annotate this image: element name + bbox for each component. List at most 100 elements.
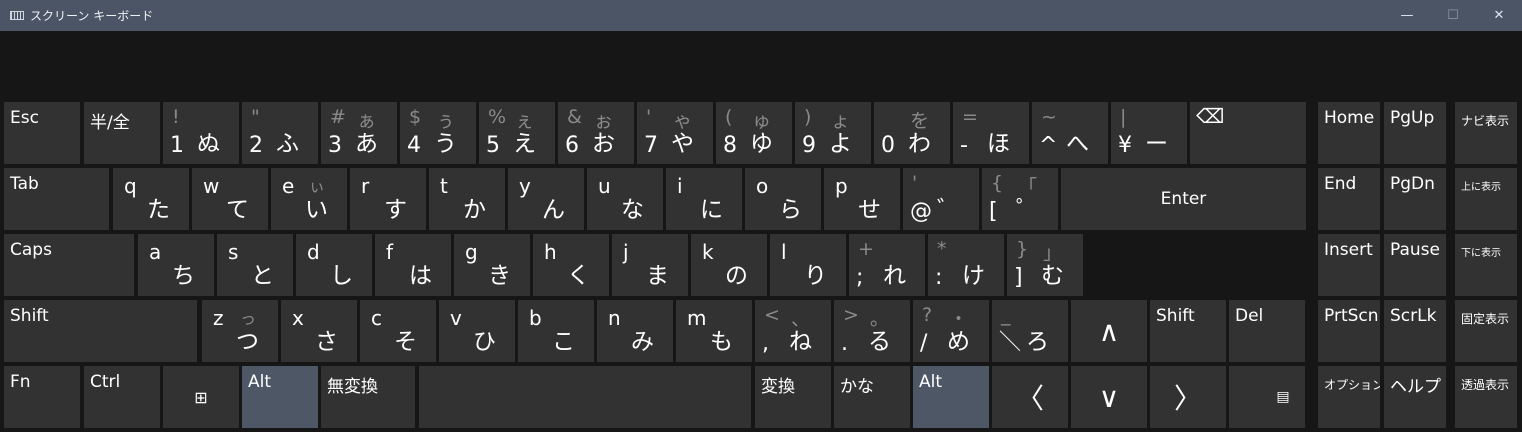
key-row5-5[interactable] (419, 366, 751, 428)
key-kana: ほ (987, 131, 1010, 157)
key-m[interactable]: mも (676, 300, 752, 362)
key-char[interactable]: ' @ ゛ (903, 168, 979, 230)
key-a[interactable]: aち (138, 234, 214, 296)
key-c[interactable]: cそ (360, 300, 436, 362)
key-char[interactable]: +; れ (849, 234, 925, 296)
key-j[interactable]: jま (612, 234, 688, 296)
key-5[interactable]: % ぇ 5 え (479, 102, 555, 164)
key-kana: ま (646, 263, 669, 289)
key-char[interactable]: かな (834, 366, 910, 428)
key-kana: ゛ (937, 197, 960, 223)
nav-key-2-0[interactable]: Insert (1318, 234, 1380, 296)
close-button[interactable]: ✕ (1476, 0, 1522, 31)
key-alt[interactable]: Alt (242, 366, 318, 428)
key-1[interactable]: ! 1 ぬ (163, 102, 239, 164)
key-i[interactable]: iに (666, 168, 742, 230)
nav-key-1-1[interactable]: PgDn (1384, 168, 1446, 230)
key-char[interactable]: }」] む (1007, 234, 1083, 296)
nav-key-4-2[interactable]: 透過表示 (1455, 366, 1517, 428)
nav-key-3-2[interactable]: 固定表示 (1455, 300, 1517, 362)
key-char[interactable]: >。. る (834, 300, 910, 362)
key-latin: w (203, 174, 220, 198)
key-2[interactable]: " 2 ふ (242, 102, 318, 164)
key-char[interactable]: _ ＼ ろ (992, 300, 1068, 362)
key-icon-15[interactable]: ⌫ (1190, 102, 1306, 164)
key-char[interactable]: *: け (928, 234, 1004, 296)
minimize-button[interactable]: — (1384, 0, 1430, 31)
key-l[interactable]: lり (770, 234, 846, 296)
key-n[interactable]: nみ (597, 300, 673, 362)
key-char[interactable]: = - ほ (953, 102, 1029, 164)
key-icon-2[interactable]: ⊞ (163, 366, 239, 428)
key-6[interactable]: & ぉ 6 お (558, 102, 634, 164)
key-char[interactable]: {「[゜ (982, 168, 1058, 230)
nav-key-1-0[interactable]: End (1318, 168, 1380, 230)
key-tab[interactable]: Tab (4, 168, 109, 230)
key-char[interactable]: <、, ね (755, 300, 831, 362)
key-del[interactable]: Del (1229, 300, 1305, 362)
key-shift[interactable]: Shift (4, 300, 197, 362)
key-z[interactable]: zっつ (202, 300, 278, 362)
nav-key-3-0[interactable]: PrtScn (1318, 300, 1380, 362)
key-char[interactable]: 半/全 (84, 102, 160, 164)
key-fn[interactable]: Fn (4, 366, 80, 428)
key-icon-9[interactable]: 〈 (992, 366, 1068, 428)
nav-key-2-1[interactable]: Pause (1384, 234, 1446, 296)
key-icon-12[interactable]: ∧ (1071, 300, 1147, 362)
key-char[interactable]: 変換 (755, 366, 831, 428)
key-y[interactable]: yん (508, 168, 584, 230)
key-g[interactable]: gき (454, 234, 530, 296)
nav-key-2-2[interactable]: 下に表示 (1455, 234, 1517, 296)
key-o[interactable]: oら (745, 168, 821, 230)
key-t[interactable]: tか (429, 168, 505, 230)
key-char[interactable]: 無変換 (321, 366, 415, 428)
key-char[interactable]: ~ ^ へ (1032, 102, 1108, 164)
nav-key-3-1[interactable]: ScrLk (1384, 300, 1446, 362)
key-e[interactable]: eぃい (271, 168, 347, 230)
key-w[interactable]: wて (192, 168, 268, 230)
key-icon-10[interactable]: ∨ (1071, 366, 1147, 428)
key-r[interactable]: rす (350, 168, 426, 230)
key-icon-11[interactable]: 〉 (1150, 366, 1226, 428)
key-p[interactable]: pせ (824, 168, 900, 230)
key-kana: た (147, 197, 170, 223)
key-latin: l (781, 240, 787, 264)
key-enter[interactable]: Enter (1061, 168, 1306, 230)
key-4[interactable]: $ ぅ 4 う (400, 102, 476, 164)
key-b[interactable]: bこ (518, 300, 594, 362)
key-k[interactable]: kの (691, 234, 767, 296)
key-x[interactable]: xさ (281, 300, 357, 362)
key-caps[interactable]: Caps (4, 234, 134, 296)
key-icon-12[interactable]: ▤ (1229, 366, 1305, 428)
key-3[interactable]: # ぁ 3 あ (321, 102, 397, 164)
nav-key-1-2[interactable]: 上に表示 (1455, 168, 1517, 230)
nav-key-4-0[interactable]: オプション (1318, 366, 1380, 428)
key-main-char: : (935, 265, 943, 290)
key-h[interactable]: hく (533, 234, 609, 296)
key-char[interactable]: | ¥ ー (1111, 102, 1187, 164)
key-d[interactable]: dし (296, 234, 372, 296)
key-esc[interactable]: Esc (4, 102, 80, 164)
key-shift[interactable]: Shift (1150, 300, 1226, 362)
nav-key-0-2[interactable]: ナビ表示 (1455, 102, 1517, 164)
key-s[interactable]: sと (217, 234, 293, 296)
nav-key-0-0[interactable]: Home (1318, 102, 1380, 164)
key-kana: い (305, 197, 328, 223)
key-q[interactable]: qた (113, 168, 189, 230)
key-7[interactable]: ' ゃ 7 や (637, 102, 713, 164)
key-0[interactable]: を0わ (874, 102, 950, 164)
maximize-button[interactable]: ☐ (1430, 0, 1476, 31)
key-v[interactable]: vひ (439, 300, 515, 362)
nav-key-0-1[interactable]: PgUp (1384, 102, 1446, 164)
key-shift-char: & (567, 106, 582, 128)
key-kana: ゜ (1016, 197, 1039, 223)
key-char[interactable]: ? ・ / め (913, 300, 989, 362)
key-u[interactable]: uな (587, 168, 663, 230)
key-kana: か (463, 197, 486, 223)
nav-key-4-1[interactable]: ヘルプ (1384, 366, 1446, 428)
key-8[interactable]: (ゅ 8 ゆ (716, 102, 792, 164)
key-ctrl[interactable]: Ctrl (84, 366, 160, 428)
key-9[interactable]: ) ょ 9 よ (795, 102, 871, 164)
key-f[interactable]: fは (375, 234, 451, 296)
key-alt[interactable]: Alt (913, 366, 989, 428)
